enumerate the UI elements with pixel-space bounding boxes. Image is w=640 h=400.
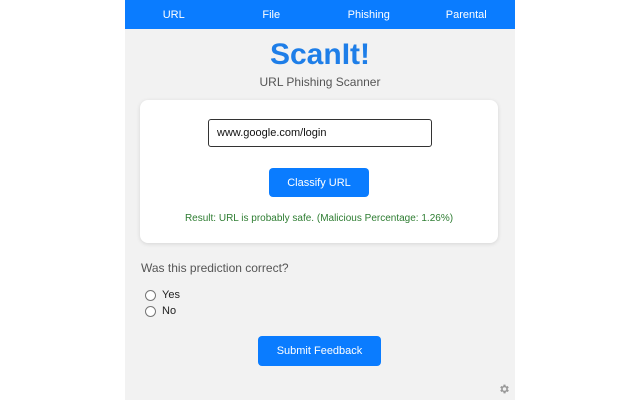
- feedback-option-yes[interactable]: Yes: [145, 289, 180, 301]
- app-title: ScanIt!: [269, 38, 371, 71]
- result-text: Result: URL is probably safe. (Malicious…: [184, 213, 454, 224]
- submit-feedback-button[interactable]: Submit Feedback: [258, 336, 381, 366]
- yes-radio[interactable]: [145, 289, 156, 301]
- nav-tab-file[interactable]: File: [231, 9, 311, 21]
- url-input[interactable]: [208, 119, 432, 147]
- top-nav: URL File Phishing Parental: [125, 0, 515, 29]
- app-subtitle: URL Phishing Scanner: [259, 75, 381, 89]
- extension-popup: URL File Phishing Parental ScanIt! URL P…: [125, 0, 515, 400]
- yes-label: Yes: [162, 289, 180, 301]
- feedback-option-no[interactable]: No: [145, 305, 176, 317]
- gear-icon[interactable]: [498, 383, 510, 395]
- classify-url-button[interactable]: Classify URL: [269, 168, 369, 197]
- no-radio[interactable]: [145, 305, 156, 317]
- feedback-question: Was this prediction correct?: [141, 261, 289, 275]
- nav-tab-phishing[interactable]: Phishing: [329, 9, 409, 21]
- nav-tab-url[interactable]: URL: [134, 9, 214, 21]
- no-label: No: [162, 305, 177, 317]
- scanner-card: Classify URL Result: URL is probably saf…: [140, 100, 498, 243]
- nav-tab-parental[interactable]: Parental: [426, 9, 506, 21]
